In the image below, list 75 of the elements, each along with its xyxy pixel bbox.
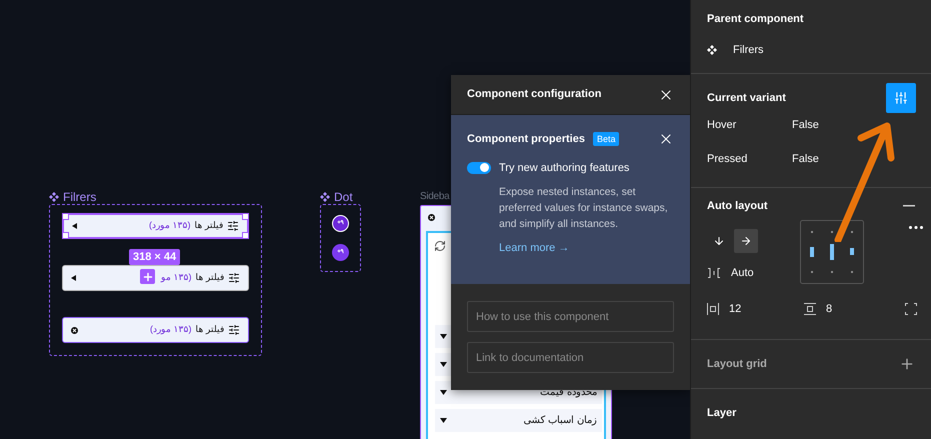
text-field[interactable]: Link to documentation [467,342,674,373]
component-name[interactable]: Filrers [733,42,764,58]
padding-value[interactable]: 12 [729,301,742,318]
alignment-grid[interactable] [800,220,864,284]
dropdown-label: محدوده قیمت [540,386,597,400]
filter-bar[interactable]: فیلتر ها (۱۳۵ مورد) [62,213,249,239]
padding-value[interactable]: 8 [826,301,832,318]
more-button[interactable] [909,226,923,229]
spacing-icon [707,268,721,278]
property-value[interactable]: False [792,150,819,167]
feature-description: Expose nested instances, set preferred values for instance swaps, and simplify all instances. [499,185,669,232]
frame-label: Sideba [420,190,450,204]
remove-button[interactable] [903,205,915,208]
resize-handle[interactable] [62,213,69,220]
plus-icon [899,356,915,372]
sliders-icon [894,91,908,105]
popup-title: Component configuration [467,87,602,102]
text-field[interactable]: How to use this component [467,301,674,332]
filter-label: فیلتر ها [195,271,224,284]
caret-icon [71,275,76,281]
minus-icon [903,205,915,208]
arrow-down-icon [713,234,725,246]
refresh-icon [434,240,446,252]
learn-more-link[interactable]: Learn more → [499,240,570,256]
section-title: Auto layout [707,199,768,214]
add-button[interactable] [899,356,915,372]
vertical-padding-icon [804,303,816,316]
dropdown-row[interactable]: زمان اسباب کشی [435,409,602,432]
component-icon [707,44,717,55]
properties-button[interactable] [886,83,916,113]
caret-icon [72,223,77,229]
filter-label: فیلتر ها [194,219,223,232]
filter-label: فیلتر ها [195,323,224,336]
close-icon [71,326,78,334]
section-title: Layer [707,407,736,419]
close-icon [428,214,435,221]
filter-bar[interactable]: فیلتر ها (۱۳۵ مو [62,265,249,291]
horizontal-padding-icon [707,303,719,316]
filter-icon [228,324,240,336]
filter-icon [228,272,240,284]
property-name: Pressed [707,152,748,166]
caret-icon [440,390,447,395]
toggle-label: Try new authoring features [499,160,630,176]
toggle-switch[interactable] [467,162,491,174]
add-button[interactable] [140,269,155,284]
beta-badge: Beta [592,132,620,146]
frame-label: Dot [334,189,353,206]
section-title: Parent component [707,12,805,27]
caret-icon [440,418,447,423]
resize-handle[interactable] [242,213,249,220]
section-title: Component properties [467,132,585,147]
section-title: Current variant [707,90,786,106]
arrow-right-icon [740,234,752,246]
filter-icon [227,220,239,232]
size-badge: 318 × 44 [129,249,180,265]
property-name: Hover [707,118,738,133]
dropdown-label: زمان اسباب کشی [523,414,597,428]
frame-label: Filrers [63,189,96,206]
component-icon [49,192,59,202]
resize-handle[interactable] [62,232,69,239]
resize-handle[interactable] [242,232,249,239]
more-icon [909,226,923,229]
spacing-value[interactable]: Auto [731,264,754,281]
filter-bar[interactable]: فیلتر ها (۱۳۵ مورد) [62,317,249,343]
property-value[interactable]: False [792,117,819,134]
filter-count: (۱۳۵ مورد) [150,323,192,336]
filter-count: (۱۳۵ مو [160,271,192,284]
caret-icon [440,362,447,367]
plus-icon [142,270,154,282]
horizontal-direction-button[interactable] [734,228,758,252]
filter-count: (۱۳۵ مورد) [148,219,190,232]
component-icon [320,192,330,202]
individual-padding-icon[interactable] [905,303,917,316]
section-title: Layout grid [707,356,767,372]
caret-icon [440,334,447,339]
